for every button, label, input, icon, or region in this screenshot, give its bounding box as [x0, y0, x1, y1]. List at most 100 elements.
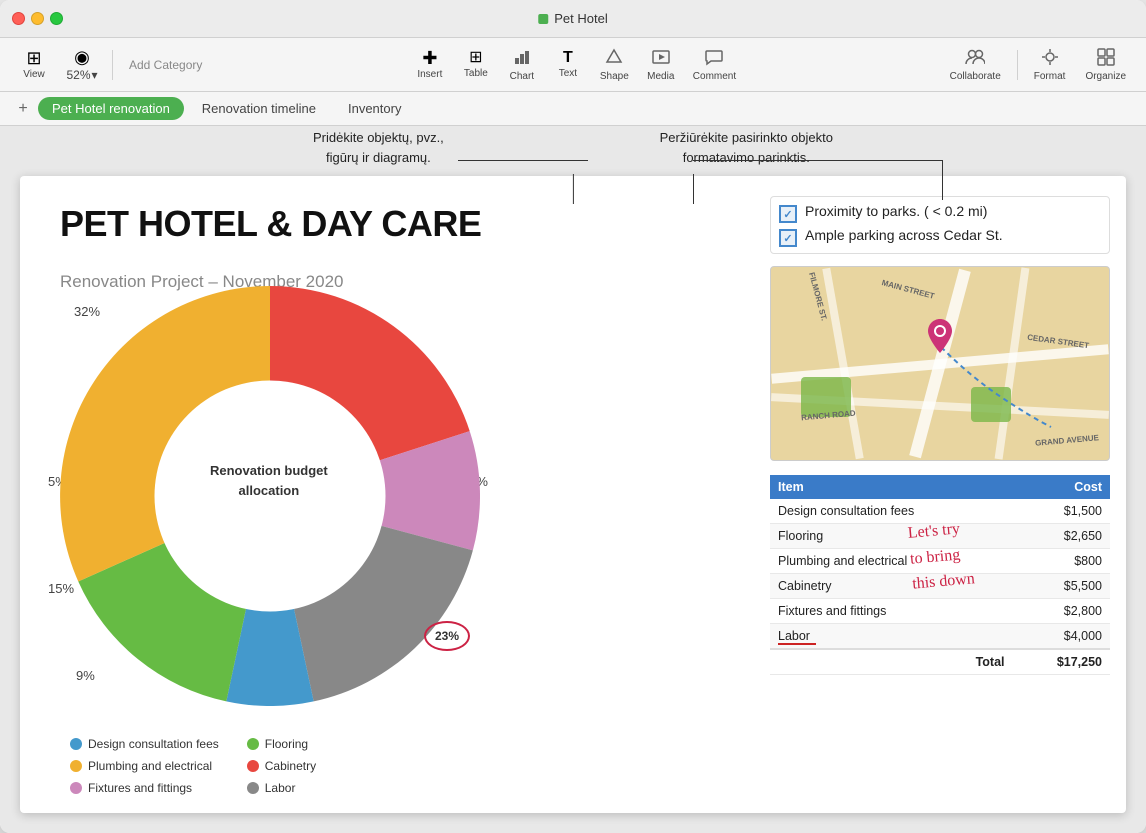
- table-cell-cost-labor: $4,000: [1013, 624, 1111, 650]
- zoom-label: 52% ▾: [66, 68, 97, 82]
- slide: PET HOTEL & DAY CARE Renovation Project …: [20, 176, 1126, 813]
- map-road-3: [822, 268, 863, 459]
- table-row: Plumbing and electrical $800: [770, 549, 1110, 574]
- tabs-bar: + Pet Hotel renovation Renovation timeli…: [0, 92, 1146, 126]
- legend-design: Design consultation fees: [70, 737, 219, 751]
- app-window: Pet Hotel View 52% ▾ Add Category: [0, 0, 1146, 833]
- labor-underline: [778, 643, 816, 645]
- chart-icon: [513, 48, 531, 69]
- shape-icon: [605, 48, 623, 69]
- comment-label: Comment: [693, 71, 736, 82]
- toolbar-right: Collaborate Format Organize: [942, 44, 1134, 86]
- donut-center-text: Renovation budget allocation: [210, 461, 328, 500]
- legend-col-2: Flooring Cabinetry Labor: [247, 737, 316, 795]
- main-area: Pridėkite objektų, pvz., figūrų ir diagr…: [0, 126, 1146, 833]
- media-button[interactable]: Media: [639, 44, 683, 86]
- legend-plumbing: Plumbing and electrical: [70, 759, 219, 773]
- chart-button[interactable]: Chart: [500, 44, 544, 86]
- check-text-1: Proximity to parks. ( < 0.2 mi): [805, 203, 987, 219]
- checkbox-2[interactable]: ✓: [779, 229, 797, 247]
- titlebar: Pet Hotel: [0, 0, 1146, 38]
- map-label-grand: GRAND AVENUE: [1035, 433, 1100, 448]
- legend-dot-flooring: [247, 738, 259, 750]
- view-icon: [26, 49, 41, 67]
- table-cell-item-2: Flooring: [770, 524, 1013, 549]
- legend-col-1: Design consultation fees Plumbing and el…: [70, 737, 219, 795]
- annotation-bracket: [458, 160, 588, 161]
- table-cell-cost-5: $2,800: [1013, 599, 1111, 624]
- maximize-button[interactable]: [50, 12, 63, 25]
- shape-label: Shape: [600, 71, 629, 82]
- annotation-tooltip-1: Pridėkite objektų, pvz., figūrų ir diagr…: [313, 128, 444, 167]
- table-cell-cost-4: $5,500: [1013, 574, 1111, 599]
- text-button[interactable]: T Text: [546, 46, 590, 83]
- legend-dot-design: [70, 738, 82, 750]
- table-button[interactable]: ⊞ Table: [454, 46, 498, 83]
- close-button[interactable]: [12, 12, 25, 25]
- zoom-button[interactable]: 52% ▾: [60, 44, 104, 86]
- chart-legend: Design consultation fees Plumbing and el…: [70, 737, 316, 795]
- toolbar: View 52% ▾ Add Category ✚ Insert ⊞: [0, 38, 1146, 92]
- add-category-label: Add Category: [129, 58, 202, 72]
- collaborate-button[interactable]: Collaborate: [942, 44, 1009, 86]
- toolbar-left: View 52% ▾ Add Category: [12, 44, 210, 86]
- checkbox-1[interactable]: ✓: [779, 205, 797, 223]
- add-category-button[interactable]: Add Category: [121, 54, 210, 76]
- legend-dot-labor: [247, 782, 259, 794]
- traffic-lights: [12, 12, 63, 25]
- media-label: Media: [647, 71, 674, 82]
- comment-icon: [705, 48, 723, 69]
- budget-table: Item Cost Design consultation fees $1,50…: [770, 475, 1110, 675]
- separator-2: [1017, 50, 1018, 80]
- table-total-label: Total: [770, 649, 1013, 675]
- view-label: View: [23, 69, 45, 80]
- table-icon: ⊞: [469, 50, 482, 66]
- media-icon: [652, 48, 670, 69]
- table-row: Fixtures and fittings $2,800: [770, 599, 1110, 624]
- minimize-button[interactable]: [31, 12, 44, 25]
- legend-dot-plumbing: [70, 760, 82, 772]
- table-total-row: Total $17,250: [770, 649, 1110, 675]
- insert-icon: ✚: [422, 49, 437, 67]
- table-total-value: $17,250: [1013, 649, 1111, 675]
- map-pin: [926, 317, 954, 360]
- annotation-area: Pridėkite objektų, pvz., figūrų ir diagr…: [233, 128, 913, 167]
- legend-dot-fixtures: [70, 782, 82, 794]
- annotation-line-right: [693, 160, 943, 161]
- map-label-main: MAIN STREET: [881, 278, 936, 301]
- table-cell-item-labor: Labor: [770, 624, 1013, 650]
- legend-dot-cabinetry: [247, 760, 259, 772]
- insert-label: Insert: [417, 69, 442, 80]
- view-button[interactable]: View: [12, 45, 56, 84]
- insert-button[interactable]: ✚ Insert: [408, 45, 452, 84]
- shape-button[interactable]: Shape: [592, 44, 637, 86]
- organize-icon: [1097, 48, 1115, 69]
- organize-button[interactable]: Organize: [1077, 44, 1134, 86]
- legend-flooring: Flooring: [247, 737, 316, 751]
- comment-button[interactable]: Comment: [685, 44, 744, 86]
- format-label: Format: [1034, 71, 1066, 82]
- add-tab-button[interactable]: +: [12, 98, 34, 120]
- table-cell-item-1: Design consultation fees: [770, 499, 1013, 524]
- collaborate-icon: [965, 48, 985, 69]
- format-button[interactable]: Format: [1026, 44, 1074, 86]
- donut-chart: 32% 5% 15% 9% 16%: [40, 286, 500, 716]
- table-cell-cost-3: $800: [1013, 549, 1111, 574]
- tab-renovation-timeline[interactable]: Renovation timeline: [188, 97, 330, 120]
- check-item-2: ✓ Ample parking across Cedar St.: [779, 227, 1101, 247]
- table-row-labor: Labor $4,000: [770, 624, 1110, 650]
- window-title: Pet Hotel: [538, 11, 607, 26]
- check-text-2: Ample parking across Cedar St.: [805, 227, 1003, 243]
- text-icon: T: [563, 50, 573, 66]
- table-cell-cost-2: $2,650: [1013, 524, 1111, 549]
- right-panel: ✓ Proximity to parks. ( < 0.2 mi) ✓ Ampl…: [770, 196, 1110, 675]
- map-green-2: [971, 387, 1011, 422]
- check-item-1: ✓ Proximity to parks. ( < 0.2 mi): [779, 203, 1101, 223]
- chart-label: Chart: [510, 71, 534, 82]
- text-label: Text: [559, 68, 577, 79]
- tab-pet-hotel-renovation[interactable]: Pet Hotel renovation: [38, 97, 184, 120]
- table-label: Table: [464, 68, 488, 79]
- table-cell-item-5: Fixtures and fittings: [770, 599, 1013, 624]
- tab-inventory[interactable]: Inventory: [334, 97, 415, 120]
- table-row: Design consultation fees $1,500: [770, 499, 1110, 524]
